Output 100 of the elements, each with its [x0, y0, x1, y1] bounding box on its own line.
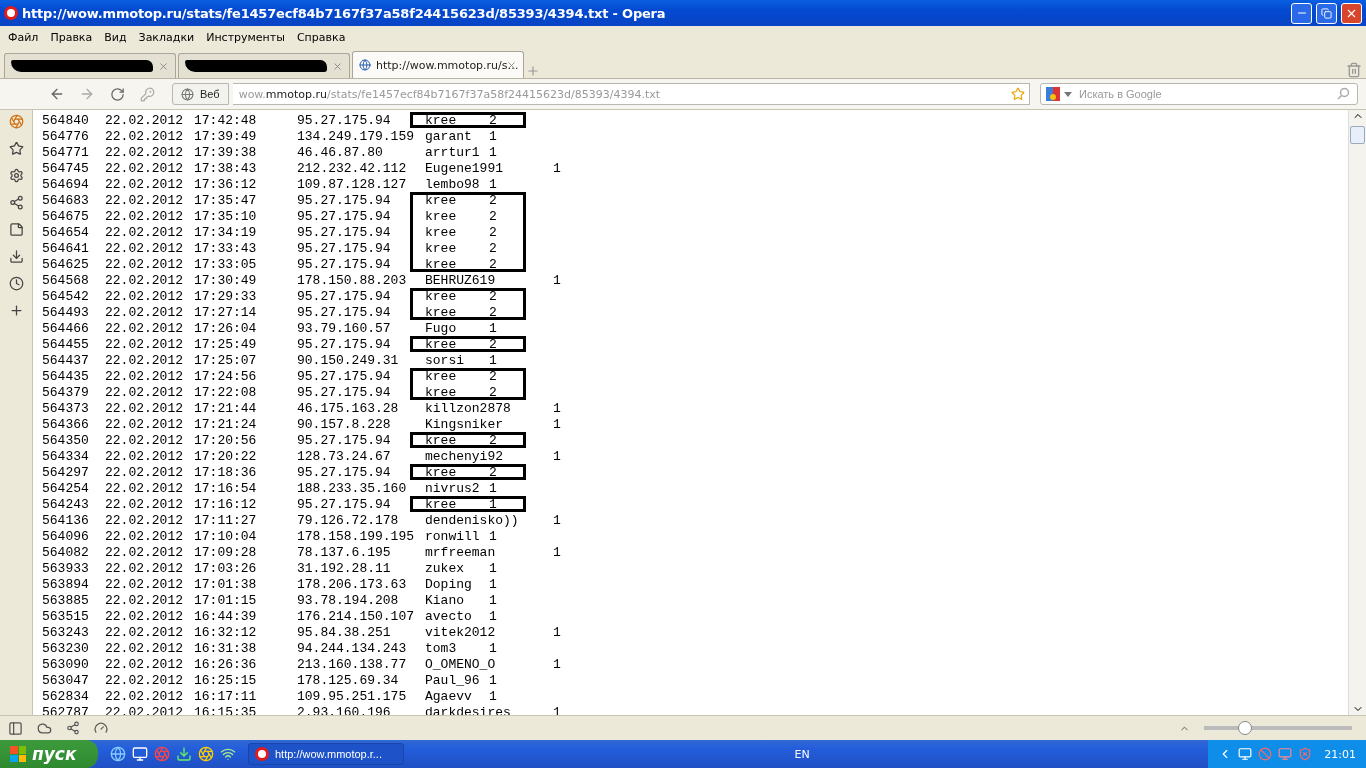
record-count: 2 — [489, 432, 498, 448]
close-button[interactable] — [1341, 2, 1362, 24]
browser-tab[interactable]: http://wow.mmotop.ru/s… — [352, 51, 524, 78]
menu-item[interactable]: Инструменты — [200, 30, 291, 44]
record-id: 563885 — [42, 592, 90, 608]
download-icon[interactable] — [8, 249, 24, 264]
record-date: 22.02.2012 — [105, 576, 184, 592]
record-count: 2 — [489, 208, 498, 224]
record-ip: 95.27.175.94 — [297, 288, 392, 304]
record-date: 22.02.2012 — [105, 256, 184, 272]
close-icon[interactable] — [506, 59, 517, 71]
record-id: 564096 — [42, 528, 90, 544]
address-field[interactable]: wow.mmotop.ru/stats/fe1457ecf84b7167f37a58f24415623d/85393/4394.txt — [232, 83, 1030, 105]
record-id: 563933 — [42, 560, 90, 576]
browser-tab[interactable] — [178, 53, 350, 78]
caret-down-icon[interactable] — [1064, 92, 1072, 97]
taskbar-window-button[interactable]: http://wow.mmotop.r... — [248, 743, 404, 765]
record-id: 564675 — [42, 208, 90, 224]
record-date: 22.02.2012 — [105, 624, 184, 640]
search-icon[interactable] — [1337, 87, 1350, 100]
record-ip: 93.79.160.57 — [297, 320, 392, 336]
zoom-slider-thumb[interactable] — [1238, 721, 1253, 735]
record-date: 22.02.2012 — [105, 608, 184, 624]
record-date: 22.02.2012 — [105, 560, 184, 576]
record-time: 17:11:27 — [194, 512, 258, 528]
record-count: 1 — [553, 512, 562, 528]
window-title: http://wow.mmotop.ru/stats/fe1457ecf84b7167f37a58f24415623d/85393/4394.txt - Opera — [22, 5, 667, 21]
record-count: 1 — [553, 416, 562, 432]
note-icon[interactable] — [8, 222, 24, 237]
record-count: 1 — [489, 480, 498, 496]
record-ip: 46.46.87.80 — [297, 144, 384, 160]
app-logo-icon — [4, 6, 18, 20]
record-date: 22.02.2012 — [105, 320, 184, 336]
record-count: 2 — [489, 224, 498, 240]
record-time: 17:01:38 — [194, 576, 258, 592]
record-user: Kingsniker — [425, 416, 504, 432]
menu-item[interactable]: Правка — [44, 30, 99, 44]
menu-item[interactable]: Закладки — [132, 30, 201, 44]
record-ip: 109.87.128.127 — [297, 176, 408, 192]
record-time: 17:21:44 — [194, 400, 258, 416]
search-field[interactable]: Искать в Google — [1040, 83, 1358, 105]
record-id: 564297 — [42, 464, 90, 480]
clock-icon[interactable] — [8, 276, 24, 291]
record-ip: 95.27.175.94 — [297, 112, 392, 128]
record-user: Fugo — [425, 320, 458, 336]
globe-icon — [181, 87, 194, 101]
record-date: 22.02.2012 — [105, 240, 184, 256]
star-icon[interactable] — [1011, 87, 1025, 101]
minimize-button[interactable] — [1291, 2, 1312, 24]
record-user: avecto — [425, 608, 473, 624]
web-scope-button[interactable]: Веб — [172, 83, 229, 105]
cloud-icon[interactable] — [37, 720, 52, 736]
record-ip: 79.126.72.178 — [297, 512, 400, 528]
record-count: 1 — [489, 688, 498, 704]
record-time: 17:21:24 — [194, 416, 258, 432]
record-user: kree — [425, 224, 458, 240]
restore-button[interactable] — [1316, 2, 1337, 24]
plus-icon[interactable] — [8, 303, 24, 318]
record-ip: 213.160.138.77 — [297, 656, 408, 672]
share-icon[interactable] — [8, 195, 24, 210]
record-ip: 178.158.199.195 — [297, 528, 416, 544]
record-time: 17:39:38 — [194, 144, 258, 160]
menu-item[interactable]: Файл — [2, 30, 45, 44]
record-time: 17:27:14 — [194, 304, 258, 320]
record-time: 17:30:49 — [194, 272, 258, 288]
close-icon[interactable] — [332, 60, 343, 72]
close-icon[interactable] — [158, 60, 169, 72]
panel-toggle-icon[interactable] — [8, 720, 23, 736]
browser-tab[interactable] — [4, 53, 176, 78]
language-indicator[interactable]: EN — [794, 747, 810, 761]
record-date: 22.02.2012 — [105, 192, 184, 208]
record-count: 2 — [489, 288, 498, 304]
record-user: garant — [425, 128, 473, 144]
gauge-icon[interactable] — [94, 721, 108, 735]
arrow-right-icon — [79, 86, 95, 102]
start-button[interactable]: пуск — [0, 740, 98, 768]
settings-icon[interactable] — [8, 168, 24, 183]
record-date: 22.02.2012 — [105, 304, 184, 320]
star-icon[interactable] — [8, 141, 24, 156]
record-date: 22.02.2012 — [105, 512, 184, 528]
share-icon[interactable] — [66, 721, 80, 735]
scrollbar-thumb[interactable] — [1350, 126, 1365, 144]
menu-item[interactable]: Вид — [98, 30, 133, 44]
record-user: sorsi — [425, 352, 465, 368]
record-id: 563894 — [42, 576, 90, 592]
record-id: 563047 — [42, 672, 90, 688]
record-time: 17:22:08 — [194, 384, 258, 400]
record-user: killzon2878 — [425, 400, 512, 416]
app-logo-icon — [255, 747, 269, 761]
record-count: 1 — [489, 592, 498, 608]
record-ip: 212.232.42.112 — [297, 160, 408, 176]
search-engine-icon[interactable] — [1046, 87, 1060, 101]
record-user: kree — [425, 496, 458, 512]
monitor-icon[interactable] — [1238, 747, 1253, 761]
record-date: 22.02.2012 — [105, 368, 184, 384]
record-date: 22.02.2012 — [105, 688, 184, 704]
menu-item[interactable]: Справка — [290, 30, 352, 44]
trash-icon[interactable] — [1346, 62, 1362, 78]
record-user: Paul_96 — [425, 672, 481, 688]
record-date: 22.02.2012 — [105, 496, 184, 512]
